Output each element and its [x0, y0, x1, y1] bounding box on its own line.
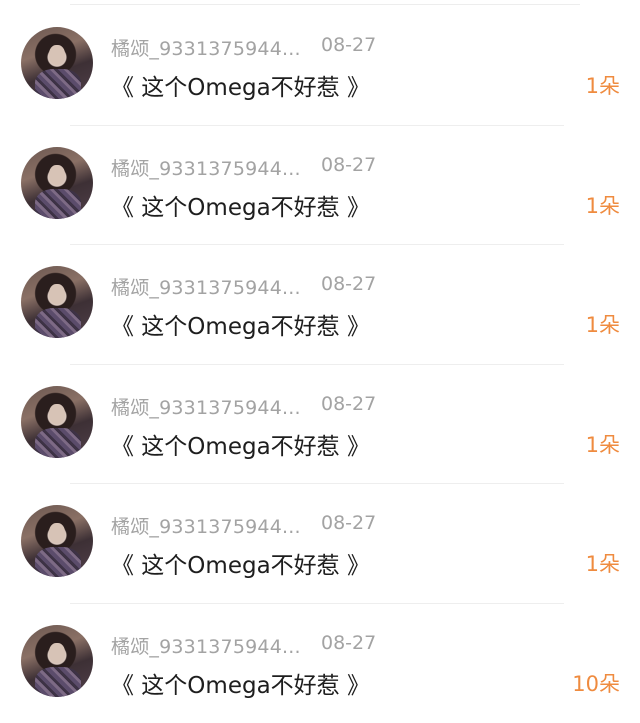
timestamp: 08-27: [321, 632, 376, 654]
avatar-face: [49, 523, 65, 543]
book-title[interactable]: 《 这个Omega不好惹 》: [111, 307, 370, 341]
timestamp: 08-27: [321, 34, 376, 56]
avatar-scarf: [35, 428, 81, 458]
username[interactable]: 橘颂_9331375944...: [111, 393, 301, 420]
username[interactable]: 橘颂_9331375944...: [111, 273, 301, 300]
list-item[interactable]: 橘颂_9331375944... 08-27 《 这个Omega不好惹 》 1朵: [0, 365, 640, 485]
book-title[interactable]: 《 这个Omega不好惹 》: [111, 666, 370, 700]
timestamp: 08-27: [321, 273, 376, 295]
list-item[interactable]: 橘颂_9331375944... 08-27 《 这个Omega不好惹 》 1朵: [0, 126, 640, 246]
avatar[interactable]: [21, 266, 93, 338]
list-item[interactable]: 橘颂_9331375944... 08-27 《 这个Omega不好惹 》 10…: [0, 604, 640, 723]
avatar-face: [49, 284, 65, 304]
flower-count: 10朵: [572, 668, 620, 698]
timestamp: 08-27: [321, 393, 376, 415]
book-title[interactable]: 《 这个Omega不好惹 》: [111, 427, 370, 461]
flower-count: 1朵: [586, 70, 620, 100]
avatar[interactable]: [21, 625, 93, 697]
flower-count: 1朵: [586, 190, 620, 220]
avatar[interactable]: [21, 505, 93, 577]
avatar-scarf: [35, 308, 81, 338]
username[interactable]: 橘颂_9331375944...: [111, 512, 301, 539]
flower-count: 1朵: [586, 548, 620, 578]
username[interactable]: 橘颂_9331375944...: [111, 154, 301, 181]
avatar-face: [49, 404, 65, 424]
avatar[interactable]: [21, 27, 93, 99]
avatar-scarf: [35, 667, 81, 697]
avatar-face: [49, 45, 65, 65]
flower-count: 1朵: [586, 309, 620, 339]
username[interactable]: 橘颂_9331375944...: [111, 34, 301, 61]
avatar-scarf: [35, 189, 81, 219]
avatar-face: [49, 165, 65, 185]
avatar-scarf: [35, 69, 81, 99]
top-divider: [70, 4, 580, 5]
gift-record-list: 橘颂_9331375944... 08-27 《 这个Omega不好惹 》 1朵…: [0, 6, 640, 723]
avatar[interactable]: [21, 147, 93, 219]
avatar-scarf: [35, 547, 81, 577]
avatar-face: [49, 643, 65, 663]
book-title[interactable]: 《 这个Omega不好惹 》: [111, 68, 370, 102]
book-title[interactable]: 《 这个Omega不好惹 》: [111, 188, 370, 222]
list-item[interactable]: 橘颂_9331375944... 08-27 《 这个Omega不好惹 》 1朵: [0, 484, 640, 604]
username[interactable]: 橘颂_9331375944...: [111, 632, 301, 659]
book-title[interactable]: 《 这个Omega不好惹 》: [111, 546, 370, 580]
timestamp: 08-27: [321, 154, 376, 176]
list-item[interactable]: 橘颂_9331375944... 08-27 《 这个Omega不好惹 》 1朵: [0, 6, 640, 126]
list-item[interactable]: 橘颂_9331375944... 08-27 《 这个Omega不好惹 》 1朵: [0, 245, 640, 365]
flower-count: 1朵: [586, 429, 620, 459]
timestamp: 08-27: [321, 512, 376, 534]
avatar[interactable]: [21, 386, 93, 458]
